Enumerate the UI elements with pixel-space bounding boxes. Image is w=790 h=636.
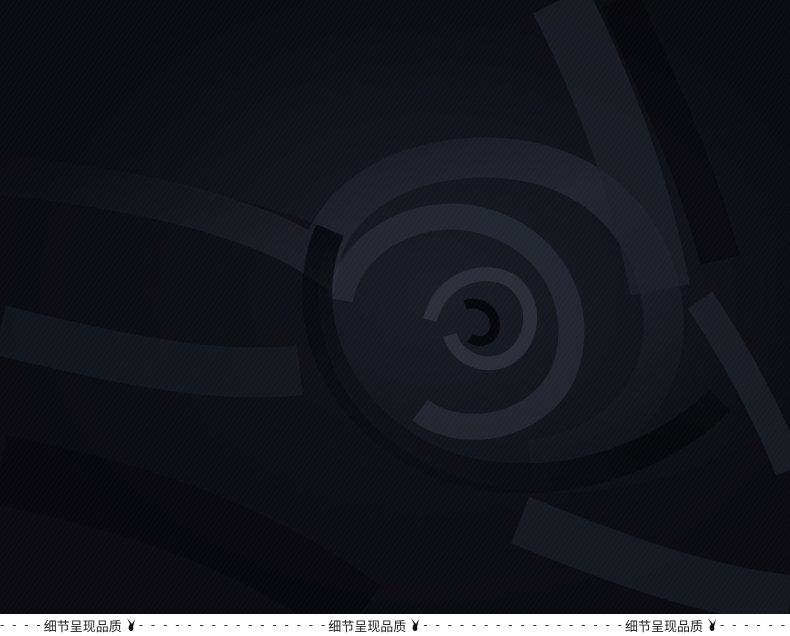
caption-text: 细节呈现品质	[43, 619, 122, 635]
bunny-logo-icon	[126, 618, 135, 631]
caption-text: 细节呈现品质	[328, 619, 407, 635]
caption-text: 细节呈现品质	[624, 619, 703, 635]
dash-divider: - - - -	[0, 618, 43, 632]
dash-divider: - - - - - -	[719, 618, 788, 632]
fabric-swirl-image	[0, 0, 790, 614]
bunny-logo-icon	[411, 618, 420, 631]
caption-strip: - - - - 细节呈现品质 - - - - - - - - - - - - -…	[0, 614, 790, 636]
bunny-logo-icon	[707, 618, 716, 631]
fabric-photo	[0, 0, 790, 614]
dash-divider: - - - - - - - - - - - - - - - - -	[423, 618, 624, 632]
dash-divider: - - - - - - - - - - - - - - - -	[138, 618, 328, 632]
